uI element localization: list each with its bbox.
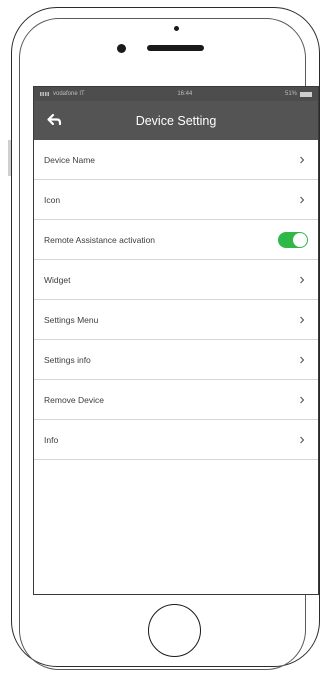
navigation-bar: Device Setting	[34, 101, 318, 140]
chevron-right-icon	[300, 396, 305, 403]
chevron-right-icon	[300, 156, 305, 163]
menu-item-device-name[interactable]: Device Name	[34, 140, 318, 180]
status-time: 16:44	[177, 91, 193, 97]
chevron-right-icon	[300, 356, 305, 363]
menu-item-icon[interactable]: Icon	[34, 180, 318, 220]
phone-side-button	[8, 140, 11, 176]
app-screen: vodafone IT 16:44 51% Device Setting Dev…	[33, 86, 319, 595]
menu-item-remote-assistance: Remote Assistance activation	[34, 220, 318, 260]
menu-item-label: Widget	[44, 274, 71, 285]
menu-item-info[interactable]: Info	[34, 420, 318, 460]
menu-item-label: Remote Assistance activation	[44, 234, 156, 245]
chevron-right-icon	[300, 276, 305, 283]
chevron-right-icon	[300, 436, 305, 443]
status-bar: vodafone IT 16:44 51%	[34, 87, 318, 101]
menu-item-settings-info[interactable]: Settings info	[34, 340, 318, 380]
battery-icon	[300, 91, 312, 97]
signal-icon	[40, 92, 50, 96]
speaker-grille	[147, 45, 204, 51]
page-title: Device Setting	[135, 113, 217, 128]
battery-percentage: 51%	[284, 91, 297, 97]
menu-item-label: Settings Menu	[44, 314, 99, 325]
toggle-knob	[293, 232, 307, 247]
menu-item-label: Remove Device	[44, 394, 104, 405]
remote-assistance-toggle[interactable]	[278, 231, 308, 248]
chevron-right-icon	[300, 316, 305, 323]
front-sensor-icon	[117, 44, 126, 53]
chevron-right-icon	[300, 196, 305, 203]
back-arrow-icon[interactable]	[46, 112, 62, 128]
menu-item-settings-menu[interactable]: Settings Menu	[34, 300, 318, 340]
menu-item-widget[interactable]: Widget	[34, 260, 318, 300]
menu-item-label: Settings info	[44, 354, 91, 365]
menu-item-remove-device[interactable]: Remove Device	[34, 380, 318, 420]
menu-item-label: Info	[44, 434, 59, 445]
camera-icon	[174, 26, 179, 31]
carrier-label: vodafone IT	[53, 91, 85, 97]
menu-item-label: Icon	[44, 194, 61, 205]
settings-list: Device Name Icon Remote Assistance activ…	[34, 140, 318, 460]
menu-item-label: Device Name	[44, 154, 96, 165]
home-button[interactable]	[148, 604, 201, 657]
